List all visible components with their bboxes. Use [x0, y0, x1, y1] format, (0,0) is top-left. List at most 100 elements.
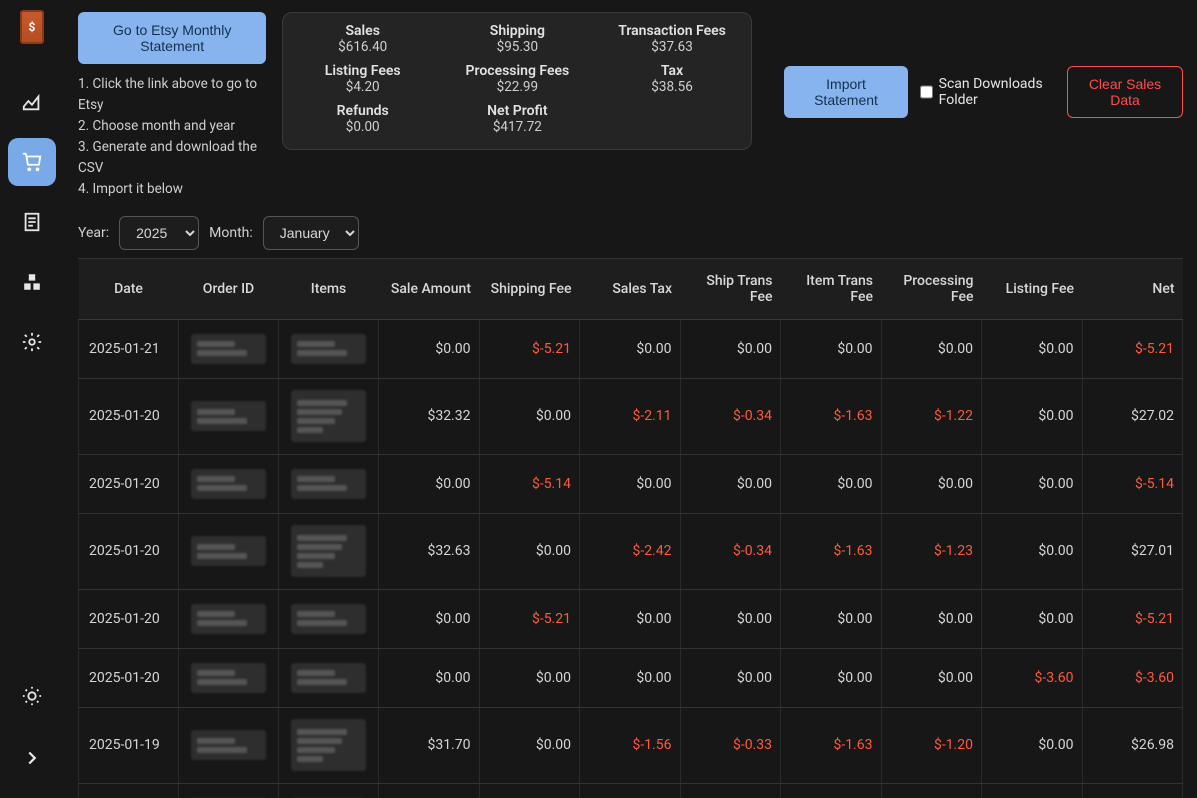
table-row: 2025-01-20$32.63$0.00$-2.42$-0.34$-1.63$…	[79, 513, 1183, 589]
summary-value: $37.63	[615, 39, 730, 55]
cell: $-1.63	[781, 707, 882, 783]
cell: $-5.01	[1082, 783, 1183, 798]
cell: $-1.63	[781, 378, 882, 454]
table-row: 2025-01-20$0.00$-5.21$0.00$0.00$0.00$0.0…	[79, 589, 1183, 648]
cell: $26.98	[1082, 707, 1183, 783]
summary-label: Shipping	[460, 23, 575, 39]
cell: $0.00	[379, 648, 480, 707]
summary-label: Transaction Fees	[615, 23, 730, 39]
nav-analytics[interactable]	[8, 78, 56, 126]
cell: $0.00	[479, 378, 580, 454]
scan-downloads-checkbox-wrap[interactable]: Scan Downloads Folder	[920, 76, 1055, 108]
cell: $-2.11	[580, 378, 681, 454]
col-sale: Sale Amount	[379, 259, 480, 320]
cell: $-5.21	[479, 589, 580, 648]
redacted-cell	[279, 513, 379, 589]
sidebar: $	[0, 0, 64, 798]
cell-date: 2025-01-20	[79, 589, 179, 648]
cell: $0.00	[580, 454, 681, 513]
summary-label: Tax	[615, 63, 730, 79]
cell: $0.00	[881, 783, 982, 798]
redacted-cell	[179, 378, 279, 454]
cell: $-5.21	[1082, 319, 1183, 378]
col-proc: Processing Fee	[881, 259, 982, 320]
cell: $27.02	[1082, 378, 1183, 454]
clear-sales-button[interactable]: Clear Sales Data	[1067, 66, 1183, 118]
cell: $0.00	[781, 783, 882, 798]
cell: $-1.56	[580, 707, 681, 783]
scan-downloads-checkbox[interactable]	[920, 85, 933, 99]
cell: $0.00	[881, 454, 982, 513]
instruction-line: 1. Click the link above to go to Etsy	[78, 74, 266, 116]
cell-date: 2025-01-20	[79, 454, 179, 513]
cell-date: 2025-01-21	[79, 319, 179, 378]
col-net: Net	[1082, 259, 1183, 320]
cell: $-0.34	[680, 513, 781, 589]
redacted-cell	[279, 707, 379, 783]
redacted-cell	[279, 378, 379, 454]
cell: $0.00	[379, 319, 480, 378]
col-order: Order ID	[179, 259, 279, 320]
col-date: Date	[79, 259, 179, 320]
nav-collapse[interactable]	[8, 734, 56, 782]
go-statement-button[interactable]: Go to Etsy Monthly Statement	[78, 12, 266, 64]
cell: $0.00	[881, 648, 982, 707]
cell: $27.01	[1082, 513, 1183, 589]
cell: $0.00	[680, 783, 781, 798]
sales-table-container[interactable]: Date Order ID Items Sale Amount Shipping…	[78, 258, 1183, 798]
col-ship: Shipping Fee	[479, 259, 580, 320]
cell: $0.00	[479, 513, 580, 589]
table-row: 2025-01-20$0.00$-5.14$0.00$0.00$0.00$0.0…	[79, 454, 1183, 513]
cell-date: 2025-01-20	[79, 378, 179, 454]
cell: $0.00	[479, 648, 580, 707]
summary-card: Sales$616.40 Shipping$95.30 Transaction …	[282, 12, 752, 150]
cell: $0.00	[982, 378, 1083, 454]
app-logo-icon: $	[20, 10, 44, 44]
summary-value: $417.72	[460, 119, 575, 135]
cell: $0.00	[580, 589, 681, 648]
import-statement-button[interactable]: Import Statement	[784, 66, 907, 118]
nav-cart[interactable]	[8, 138, 56, 186]
redacted-cell	[279, 454, 379, 513]
cell: $0.00	[680, 589, 781, 648]
summary-label: Sales	[305, 23, 420, 39]
cell-date: 2025-01-19	[79, 707, 179, 783]
cell: $0.00	[982, 319, 1083, 378]
main-content: Go to Etsy Monthly Statement 1. Click th…	[64, 0, 1197, 798]
nav-theme[interactable]	[8, 672, 56, 720]
cell-date: 2025-01-20	[79, 648, 179, 707]
col-items: Items	[279, 259, 379, 320]
cell: $0.00	[781, 454, 882, 513]
table-row: 2025-01-20$32.32$0.00$-2.11$-0.34$-1.63$…	[79, 378, 1183, 454]
redacted-cell	[179, 783, 279, 798]
cell-date: 2025-01-18	[79, 783, 179, 798]
instructions: 1. Click the link above to go to Etsy 2.…	[78, 74, 266, 200]
instruction-line: 4. Import it below	[78, 179, 266, 200]
summary-label: Listing Fees	[305, 63, 420, 79]
year-select[interactable]: 2025	[119, 216, 199, 250]
cell: $0.00	[379, 454, 480, 513]
cell: $-1.23	[881, 513, 982, 589]
cell: $-0.33	[680, 707, 781, 783]
cell: $0.00	[479, 707, 580, 783]
redacted-cell	[279, 319, 379, 378]
summary-value: $22.99	[460, 79, 575, 95]
redacted-cell	[179, 319, 279, 378]
nav-receipt[interactable]	[8, 198, 56, 246]
nav-inventory[interactable]	[8, 258, 56, 306]
cell: $0.00	[680, 648, 781, 707]
table-row: 2025-01-21$0.00$-5.21$0.00$0.00$0.00$0.0…	[79, 319, 1183, 378]
table-row: 2025-01-20$0.00$0.00$0.00$0.00$0.00$0.00…	[79, 648, 1183, 707]
month-select[interactable]: January	[263, 216, 359, 250]
instruction-line: 2. Choose month and year	[78, 116, 266, 137]
nav-settings[interactable]	[8, 318, 56, 366]
cell: $0.00	[580, 783, 681, 798]
cell: $-5.14	[1082, 454, 1183, 513]
year-label: Year:	[78, 225, 109, 241]
cell: $0.00	[982, 589, 1083, 648]
col-shipt: Ship Trans Fee	[680, 259, 781, 320]
cell-date: 2025-01-20	[79, 513, 179, 589]
redacted-cell	[179, 589, 279, 648]
cell: $-1.20	[881, 707, 982, 783]
cell: $32.32	[379, 378, 480, 454]
